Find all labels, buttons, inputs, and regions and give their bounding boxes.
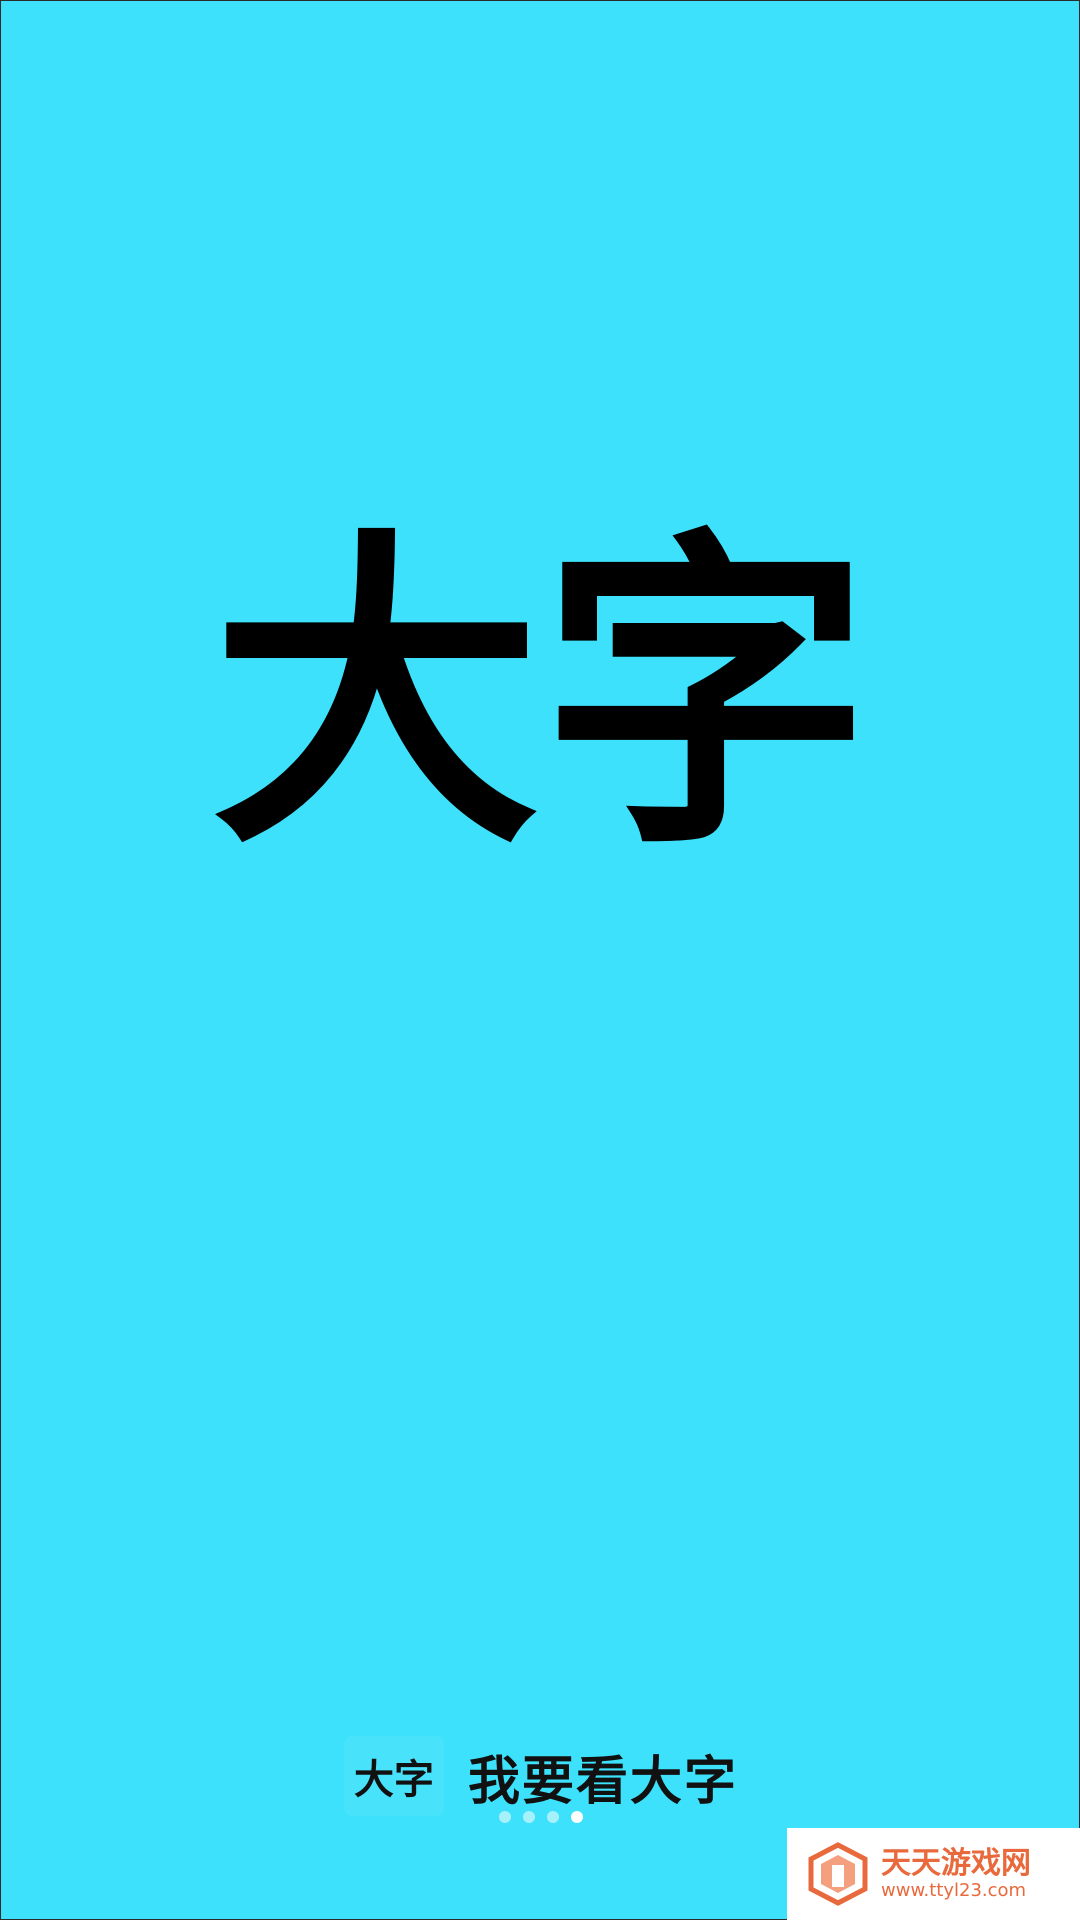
page-dot-1[interactable] [499,1811,511,1823]
page-dot-3[interactable] [547,1811,559,1823]
hero-title: 大字 [211,504,871,888]
watermark-logo-icon [808,1842,868,1906]
watermark-title: 天天游戏网 [881,1845,1031,1881]
site-watermark: 天天游戏网 www.ttyl23.com [787,1828,1080,1920]
page-dot-2[interactable] [523,1811,535,1823]
page-dot-4-active[interactable] [571,1811,583,1823]
splash-screen: 大字 大字 我要看大字 [0,0,1080,1920]
app-branding: 大字 我要看大字 [1,1736,1079,1816]
hero-area: 大字 [1,504,1079,888]
app-logo: 大字 [343,1736,444,1816]
watermark-url: www.ttyl23.com [881,1879,1027,1901]
app-slogan: 我要看大字 [467,1751,738,1812]
page-indicator [1,1809,1079,1825]
